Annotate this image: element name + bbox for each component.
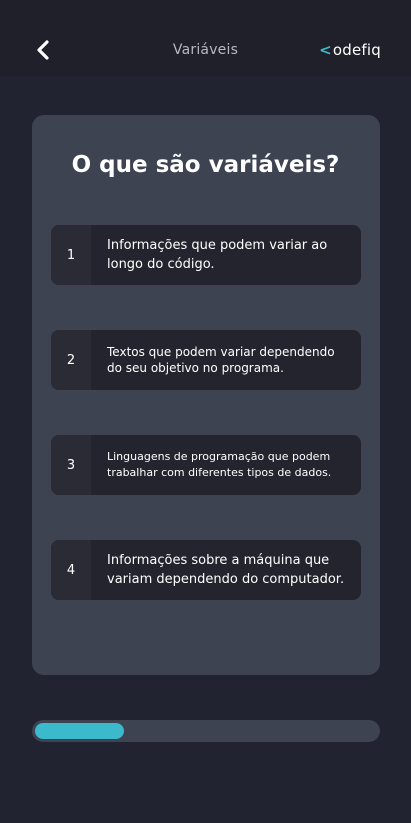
answer-option-2[interactable]: 2 Textos que podem variar dependendo do …	[51, 330, 361, 390]
answer-option-1[interactable]: 1 Informações que podem variar ao longo …	[51, 225, 361, 285]
option-number: 2	[51, 330, 91, 390]
answer-option-3[interactable]: 3 Linguagens de programação que podem tr…	[51, 435, 361, 495]
top-bar: Variáveis < odefiq	[0, 0, 411, 76]
option-number: 1	[51, 225, 91, 285]
option-text: Textos que podem variar dependendo do se…	[107, 345, 335, 375]
option-text: Informações que podem variar ao longo do…	[107, 238, 328, 272]
option-number: 3	[51, 435, 91, 495]
answer-option-4[interactable]: 4 Informações sobre a máquina que variam…	[51, 540, 361, 600]
question-title: O que são variáveis?	[71, 152, 340, 178]
progress-fill	[35, 723, 124, 739]
codefiq-logo: < odefiq	[319, 40, 381, 60]
option-number: 4	[51, 540, 91, 600]
option-text: Informações sobre a máquina que variam d…	[107, 553, 345, 587]
logo-bracket: <	[319, 41, 332, 59]
option-text: Linguagens de programação que podem trab…	[107, 450, 332, 479]
progress-bar	[32, 720, 380, 742]
logo-text: odefiq	[332, 41, 381, 59]
